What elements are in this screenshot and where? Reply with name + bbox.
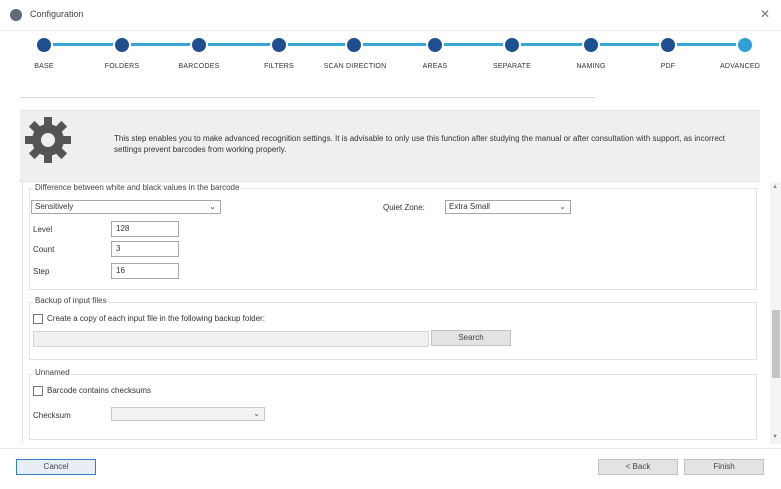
backup-checkbox-label[interactable]: Create a copy of each input file in the … — [47, 314, 265, 323]
step-label-separate[interactable]: SEPARATE — [472, 62, 552, 71]
step-folders-dot[interactable] — [113, 36, 131, 54]
step-separate-dot[interactable] — [503, 36, 521, 54]
cancel-button[interactable]: Cancel — [16, 459, 96, 475]
scroll-up-icon[interactable]: ▲ — [772, 184, 778, 190]
step-label: Step — [33, 267, 50, 276]
step-label-areas[interactable]: AREAS — [395, 62, 475, 71]
checksum-select[interactable]: ⌄ — [111, 407, 265, 421]
step-pdf-dot[interactable] — [659, 36, 677, 54]
title-bar: Configuration ✕ — [0, 0, 781, 31]
app-icon — [10, 9, 22, 21]
checksum-group-label: Unnamed — [33, 368, 72, 377]
step-label-base[interactable]: BASE — [4, 62, 84, 71]
step-barcodes-dot[interactable] — [190, 36, 208, 54]
quiet-zone-select[interactable]: Extra Small ⌄ — [445, 200, 571, 214]
checksum-checkbox[interactable] — [33, 386, 43, 396]
checksum-checkbox-label[interactable]: Barcode contains checksums — [47, 386, 151, 395]
backup-folder-input[interactable] — [33, 331, 429, 347]
sensitivity-select[interactable]: Sensitively ⌄ — [31, 200, 221, 214]
level-label: Level — [33, 225, 53, 234]
step-label-advanced[interactable]: ADVANCED — [700, 62, 780, 71]
close-icon[interactable]: ✕ — [760, 7, 770, 21]
window-title: Configuration — [30, 9, 84, 19]
gear-icon — [25, 117, 71, 163]
step-areas-dot[interactable] — [426, 36, 444, 54]
checksum-label: Checksum — [33, 411, 71, 420]
sensitivity-value: Sensitively — [35, 202, 74, 211]
step-scan-direction-dot[interactable] — [345, 36, 363, 54]
count-label: Count — [33, 245, 55, 254]
quiet-zone-label: Quiet Zone: — [383, 203, 425, 212]
step-label-filters[interactable]: FILTERS — [239, 62, 319, 71]
step-label-folders[interactable]: FOLDERS — [82, 62, 162, 71]
back-button[interactable]: < Back — [598, 459, 678, 475]
scroll-down-icon[interactable]: ▼ — [772, 434, 778, 440]
finish-button[interactable]: Finish — [684, 459, 764, 475]
level-input[interactable]: 128 — [111, 221, 179, 237]
step-label-naming[interactable]: NAMING — [551, 62, 631, 71]
difference-group-label: Difference between white and black value… — [33, 183, 242, 192]
step-label-barcodes[interactable]: BARCODES — [159, 62, 239, 71]
step-label-scan-direction[interactable]: SCAN DIRECTION — [314, 62, 396, 71]
step-naming-dot[interactable] — [582, 36, 600, 54]
step-label-pdf[interactable]: PDF — [628, 62, 708, 71]
backup-checkbox[interactable] — [33, 314, 43, 324]
search-button[interactable]: Search — [431, 330, 511, 346]
chevron-down-icon: ⌄ — [559, 202, 566, 211]
chevron-down-icon: ⌄ — [209, 202, 216, 211]
quiet-zone-value: Extra Small — [449, 202, 490, 211]
settings-scroll-area: Difference between white and black value… — [22, 182, 761, 444]
backup-group-label: Backup of input files — [33, 296, 109, 305]
divider — [20, 97, 595, 98]
scrollbar-thumb[interactable] — [772, 310, 780, 378]
step-base-dot[interactable] — [35, 36, 53, 54]
step-advanced-dot[interactable] — [736, 36, 754, 54]
count-input[interactable]: 3 — [111, 241, 179, 257]
stepper-track — [44, 43, 746, 46]
chevron-down-icon: ⌄ — [253, 409, 260, 418]
step-input[interactable]: 16 — [111, 263, 179, 279]
info-text: This step enables you to make advanced r… — [114, 134, 726, 154]
step-filters-dot[interactable] — [270, 36, 288, 54]
